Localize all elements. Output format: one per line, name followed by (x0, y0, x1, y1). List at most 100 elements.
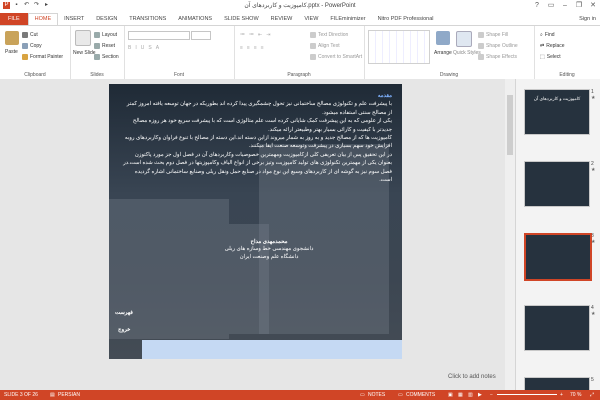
tab-file[interactable]: FILE (0, 13, 28, 25)
align-right-icon[interactable]: ≡ (254, 45, 257, 51)
justify-icon[interactable]: ≡ (261, 45, 264, 51)
slide-nav-exit-link[interactable]: خروج (118, 327, 130, 333)
layout-button[interactable]: Layout (94, 32, 117, 38)
font-name-combo[interactable] (128, 31, 190, 40)
select-icon: ⬚ (540, 54, 545, 60)
tab-view[interactable]: VIEW (298, 13, 324, 25)
thumbnail-slide-1[interactable]: کامپوزیت و کاربردهای آن (524, 89, 590, 135)
numbering-icon[interactable]: ≔ (249, 32, 254, 38)
find-button[interactable]: ⌕ Find (540, 32, 555, 38)
quick-styles-button[interactable]: Quick Styles (453, 50, 481, 56)
quick-styles-icon[interactable] (456, 31, 472, 47)
paste-button[interactable]: Paste (5, 49, 18, 55)
shape-fill-icon (478, 32, 484, 38)
section-button[interactable]: Section (94, 54, 119, 60)
zoom-in-icon[interactable]: + (560, 392, 563, 398)
zoom-out-icon[interactable]: − (490, 392, 493, 398)
tab-home[interactable]: HOME (27, 13, 59, 25)
notes-placeholder[interactable]: Click to add notes (448, 374, 496, 380)
thumbnail-slide-2[interactable] (524, 161, 590, 207)
shape-outline-label: Shape Outline (486, 43, 518, 49)
tab-fileminimizer[interactable]: FILEminimizer (324, 13, 371, 25)
slide-body-text[interactable]: مقدمه با پیشرفت علم و تکنولوژی مصالح ساخ… (122, 92, 392, 184)
tab-review[interactable]: REVIEW (265, 13, 299, 25)
comments-toggle-icon: ▭ (398, 392, 403, 398)
drawing-group-label: Drawing (439, 72, 459, 78)
align-left-icon[interactable]: ≡ (240, 45, 243, 51)
tab-insert[interactable]: INSERT (58, 13, 90, 25)
font-color-icon[interactable]: A (156, 45, 159, 51)
editing-group: ⌕ Find ⇄ Replace ⬚ Select Editing (534, 26, 600, 79)
close-icon[interactable]: ✕ (588, 1, 598, 10)
slide-author-block[interactable]: محمدمهدی مداح دانشجوی مهندسی خط وسازه ها… (214, 239, 324, 261)
bold-icon[interactable]: B (128, 45, 131, 51)
slide-paragraph-2: یکی از علومی که به این پیشرفت کمک شایانی… (132, 118, 392, 133)
copy-button[interactable]: Copy (22, 43, 42, 49)
reset-button[interactable]: Reset (94, 43, 115, 49)
tab-transitions[interactable]: TRANSITIONS (123, 13, 172, 25)
increase-indent-icon[interactable]: ⇥ (266, 32, 270, 38)
new-slide-button[interactable]: New Slide (73, 50, 96, 56)
cut-button[interactable]: Cut (22, 32, 38, 38)
background-building-1 (109, 199, 229, 339)
align-center-icon[interactable]: ≡ (247, 45, 250, 51)
proofing-icon[interactable]: ▤ (50, 392, 55, 398)
shape-outline-button[interactable]: Shape Outline (478, 43, 518, 49)
normal-view-icon[interactable]: ▣ (448, 392, 453, 398)
shape-fill-button[interactable]: Shape Fill (478, 32, 508, 38)
slide-show-icon[interactable]: ▶ (478, 392, 482, 398)
format-painter-button[interactable]: Format Painter (22, 54, 63, 60)
strikethrough-icon[interactable]: S (148, 45, 151, 51)
new-slide-icon[interactable] (75, 30, 91, 46)
help-icon[interactable]: ? (532, 1, 542, 10)
font-size-combo[interactable] (191, 31, 211, 40)
align-text-button[interactable]: Align Text (310, 43, 340, 49)
comments-toggle-button[interactable]: COMMENTS (406, 392, 435, 398)
tab-slide-show[interactable]: SLIDE SHOW (218, 13, 265, 25)
bullets-icon[interactable]: ≔ (240, 32, 245, 38)
shapes-gallery[interactable] (368, 30, 430, 64)
convert-smartart-button[interactable]: Convert to SmartArt (310, 54, 362, 60)
tab-nitro-pdf[interactable]: Nitro PDF Professional (372, 13, 440, 25)
zoom-slider[interactable] (497, 394, 557, 395)
tab-design[interactable]: DESIGN (90, 13, 123, 25)
paste-icon[interactable] (5, 31, 19, 45)
current-slide[interactable]: مقدمه با پیشرفت علم و تکنولوژی مصالح ساخ… (109, 84, 402, 359)
slide-nav-list-link[interactable]: فهرست (115, 310, 133, 316)
zoom-level[interactable]: 70 % (570, 392, 581, 398)
notes-toggle-button[interactable]: NOTES (368, 392, 385, 398)
arrange-button[interactable]: Arrange (434, 50, 452, 56)
new-slide-label: New Slide (73, 50, 96, 56)
reset-label: Reset (102, 43, 116, 49)
minimize-icon[interactable]: – (560, 1, 570, 10)
fit-slide-icon[interactable]: ⤢ (590, 392, 594, 398)
reading-view-icon[interactable]: ▥ (468, 392, 473, 398)
format-painter-icon (22, 54, 28, 60)
language-status[interactable]: PERSIAN (58, 392, 80, 398)
replace-button[interactable]: ⇄ Replace (540, 43, 565, 49)
tab-animations[interactable]: ANIMATIONS (172, 13, 218, 25)
text-direction-button[interactable]: Text Direction (310, 32, 348, 38)
arrange-label: Arrange (434, 50, 452, 56)
underline-icon[interactable]: U (141, 45, 145, 51)
canvas-vertical-scrollbar[interactable] (505, 79, 515, 390)
shape-effects-button[interactable]: Shape Effects (478, 54, 517, 60)
decrease-indent-icon[interactable]: ⇤ (258, 32, 262, 38)
italic-icon[interactable]: I (135, 45, 136, 51)
restore-icon[interactable]: ❐ (574, 1, 584, 10)
thumbnail-slide-4[interactable] (524, 305, 590, 351)
canvas-scroll-thumb[interactable] (507, 95, 513, 155)
slide-sorter-icon[interactable]: ▦ (458, 392, 463, 398)
paragraph-group-label: Paragraph (287, 72, 311, 78)
shape-effects-label: Shape Effects (486, 54, 518, 60)
ribbon-display-icon[interactable]: ▭ (546, 1, 556, 10)
thumbnail-slide-3[interactable] (524, 233, 592, 281)
window-controls: ? ▭ – ❐ ✕ (532, 1, 598, 10)
cut-label: Cut (30, 32, 38, 38)
copy-icon (22, 43, 28, 49)
ribbon-tabs: FILE HOME INSERT DESIGN TRANSITIONS ANIM… (0, 13, 600, 25)
select-button[interactable]: ⬚ Select (540, 54, 561, 60)
arrange-icon[interactable] (436, 31, 450, 45)
thumbnail-slide-5[interactable] (524, 377, 590, 390)
sign-in-link[interactable]: Sign in (579, 13, 596, 25)
